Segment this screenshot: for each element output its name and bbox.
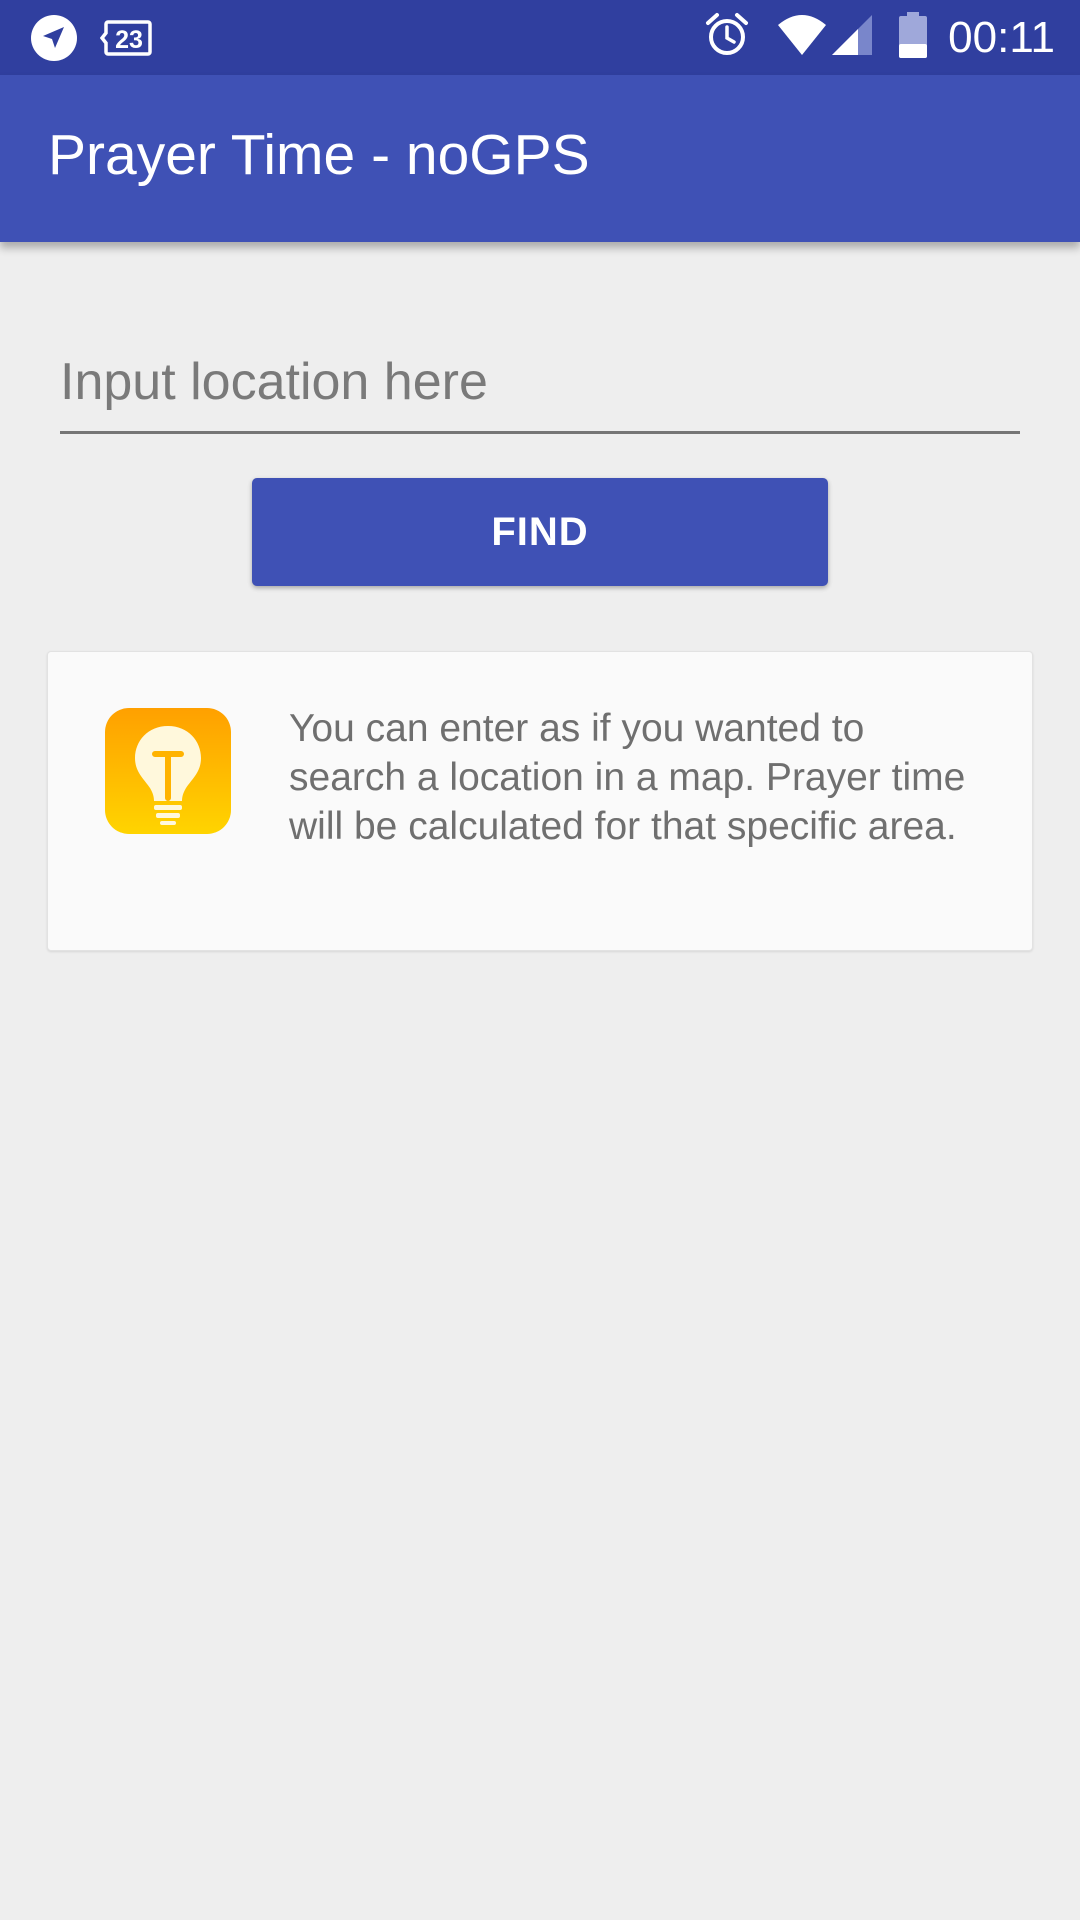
- status-clock: 00:11: [948, 12, 1055, 62]
- cellular-signal-icon: [830, 13, 874, 62]
- badge-count: 23: [115, 26, 143, 54]
- tip-card: You can enter as if you wanted to search…: [47, 651, 1033, 951]
- wifi-icon: [776, 13, 828, 62]
- battery-icon: [898, 11, 928, 64]
- main-content: FIND You can enter as if you wanted to s…: [0, 242, 1080, 1920]
- lightbulb-icon: [105, 708, 231, 834]
- status-bar: 23 00:11: [0, 0, 1080, 75]
- alarm-clock-icon: [704, 12, 750, 63]
- find-button[interactable]: FIND: [252, 478, 828, 586]
- navigation-arrow-icon: [30, 14, 78, 62]
- badge-23-icon: 23: [99, 19, 152, 57]
- location-input[interactable]: [60, 342, 1020, 434]
- tip-text: You can enter as if you wanted to search…: [289, 707, 966, 848]
- page-title: Prayer Time - noGPS: [48, 123, 590, 187]
- app-bar: Prayer Time - noGPS: [0, 75, 1080, 242]
